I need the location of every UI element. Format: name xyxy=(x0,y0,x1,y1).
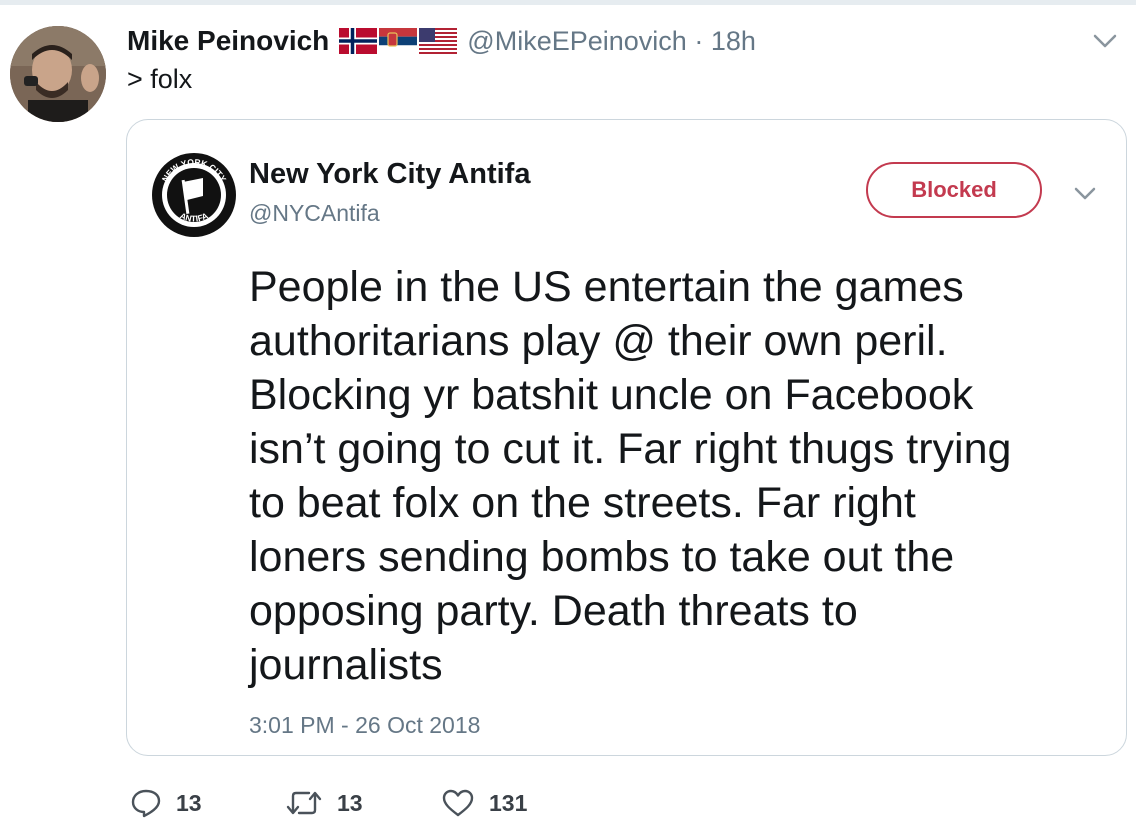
norway-flag-icon xyxy=(339,28,378,54)
heart-icon xyxy=(442,789,474,817)
quoted-tweet-text: People in the US entertain the games aut… xyxy=(249,260,1119,692)
quoted-text-line: opposing party. Death threats to xyxy=(249,587,858,635)
quoted-text-line: Blocking yr batshit uncle on Facebook xyxy=(249,371,974,419)
usa-flag-icon xyxy=(419,28,458,54)
tweet-time[interactable]: 18h xyxy=(711,26,756,56)
author-handle-and-time: @MikeEPeinovich · 18h xyxy=(467,26,756,57)
reply-count: 13 xyxy=(176,789,202,816)
serbia-flag-icon xyxy=(379,28,418,54)
quoted-text-line: loners sending bombs to take out the xyxy=(249,533,955,581)
tweet-header: Mike Peinovich @MikeEPeinovich · 18h xyxy=(127,24,756,58)
quoted-text-line: authoritarians play @ their own peril. xyxy=(249,317,948,365)
retweet-button[interactable]: 13 xyxy=(285,786,363,820)
avatar-photo xyxy=(10,26,106,122)
author-handle[interactable]: @MikeEPeinovich xyxy=(467,26,687,56)
quoted-tweet-timestamp[interactable]: 3:01 PM - 26 Oct 2018 xyxy=(249,712,480,739)
quoted-text-line: isn’t going to cut it. Far right thugs t… xyxy=(249,425,1012,473)
tweet-text: > folx xyxy=(127,64,193,94)
reply-icon xyxy=(131,789,161,818)
separator-dot: · xyxy=(694,25,704,56)
quoted-text-line: journalists xyxy=(249,641,443,689)
quoted-author-name[interactable]: New York City Antifa xyxy=(249,158,530,191)
antifa-logo-avatar[interactable]: NEW YORK CITY ANTIFA xyxy=(151,152,237,238)
retweet-icon xyxy=(286,791,322,815)
retweet-count: 13 xyxy=(337,789,363,816)
quoted-text-line: to beat folx on the streets. Far right xyxy=(249,479,916,527)
top-divider xyxy=(0,0,1136,5)
quoted-author-handle[interactable]: @NYCAntifa xyxy=(249,200,380,227)
quoted-tweet-card[interactable]: NEW YORK CITY ANTIFA New York City Antif… xyxy=(126,119,1127,756)
author-flags xyxy=(339,28,458,54)
like-button[interactable]: 131 xyxy=(441,786,527,820)
like-count: 131 xyxy=(489,789,528,816)
author-avatar[interactable] xyxy=(10,26,106,122)
chevron-down-icon[interactable] xyxy=(1074,187,1096,201)
chevron-down-icon[interactable] xyxy=(1093,33,1117,49)
quoted-text-line: People in the US entertain the games xyxy=(249,263,964,311)
tweet-actions: 13 13 131 xyxy=(0,786,1136,820)
reply-button[interactable]: 13 xyxy=(130,786,202,820)
blocked-button[interactable]: Blocked xyxy=(866,162,1042,218)
author-name[interactable]: Mike Peinovich xyxy=(127,25,329,57)
